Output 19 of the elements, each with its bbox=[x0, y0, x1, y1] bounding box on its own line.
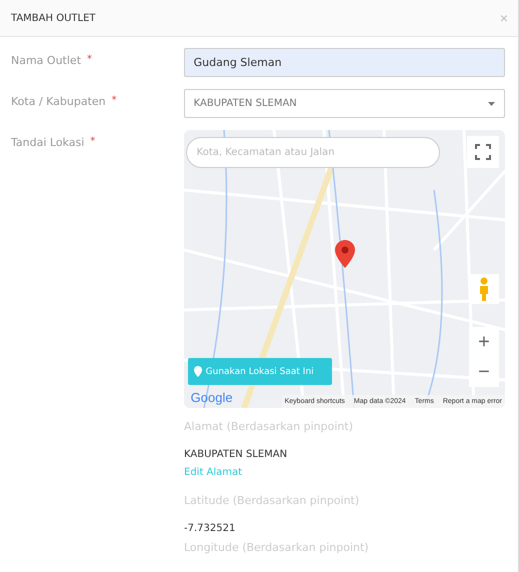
outlet-name-field[interactable]: Gudang Sleman bbox=[184, 48, 505, 77]
caret-icon bbox=[488, 102, 495, 106]
detail-value: -7.732521 bbox=[184, 523, 236, 534]
field-label: Nama Outlet bbox=[11, 54, 82, 67]
city-dropdown[interactable]: KABUPATEN SLEMAN bbox=[184, 89, 505, 118]
person-icon bbox=[478, 277, 490, 301]
location-search-field[interactable]: Kota, Kecamatan atau Jalan bbox=[186, 137, 440, 168]
required-mark: * bbox=[112, 95, 117, 106]
field-label: Tandai Lokasi bbox=[11, 136, 84, 149]
field-label: Kota / Kabupaten bbox=[11, 95, 106, 108]
location-pin-icon bbox=[194, 366, 202, 377]
fullscreen-button[interactable] bbox=[467, 136, 499, 168]
modal-title: TAMBAH OUTLET bbox=[11, 12, 96, 24]
map-logo: Google bbox=[190, 390, 233, 405]
detail-value: KABUPATEN SLEMAN bbox=[184, 449, 288, 460]
fullscreen-icon bbox=[475, 144, 491, 160]
required-mark: * bbox=[87, 54, 92, 65]
required-mark: * bbox=[90, 136, 96, 147]
map-pin-icon bbox=[334, 240, 355, 268]
